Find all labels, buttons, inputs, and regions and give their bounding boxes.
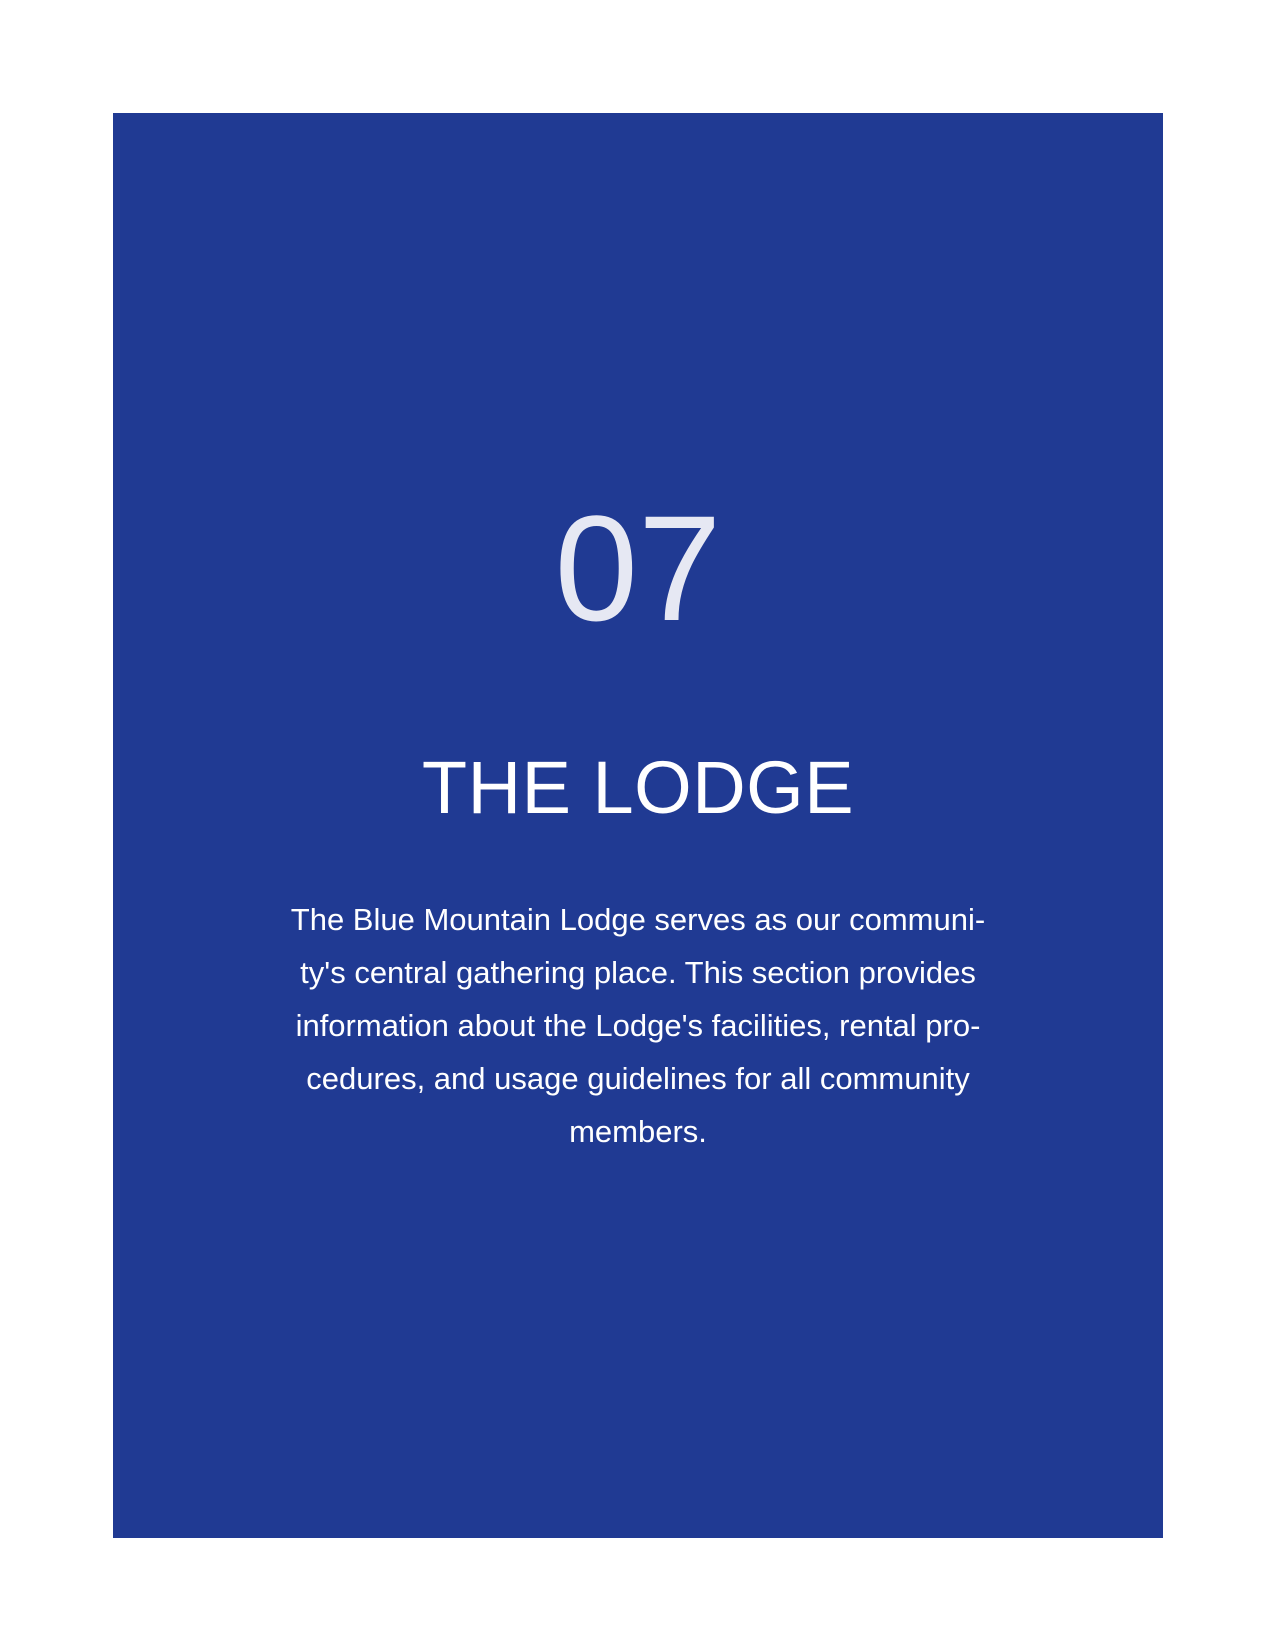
- section-title: THE LODGE: [421, 746, 855, 829]
- section-number: 07: [554, 484, 722, 652]
- intro-line: information about the Lodge's facilities…: [295, 1008, 981, 1043]
- intro-line: The Blue Mountain Lodge serves as our co…: [290, 902, 986, 937]
- intro-line: cedures, and usage guidelines for all co…: [306, 1061, 970, 1096]
- intro-line: members.: [569, 1114, 707, 1149]
- section-intro-paragraph: The Blue Mountain Lodge serves as our co…: [268, 893, 1008, 1158]
- section-cover-panel: 07 THE LODGE The Blue Mountain Lodge ser…: [113, 113, 1163, 1538]
- intro-line: ty's central gathering place. This secti…: [300, 955, 976, 990]
